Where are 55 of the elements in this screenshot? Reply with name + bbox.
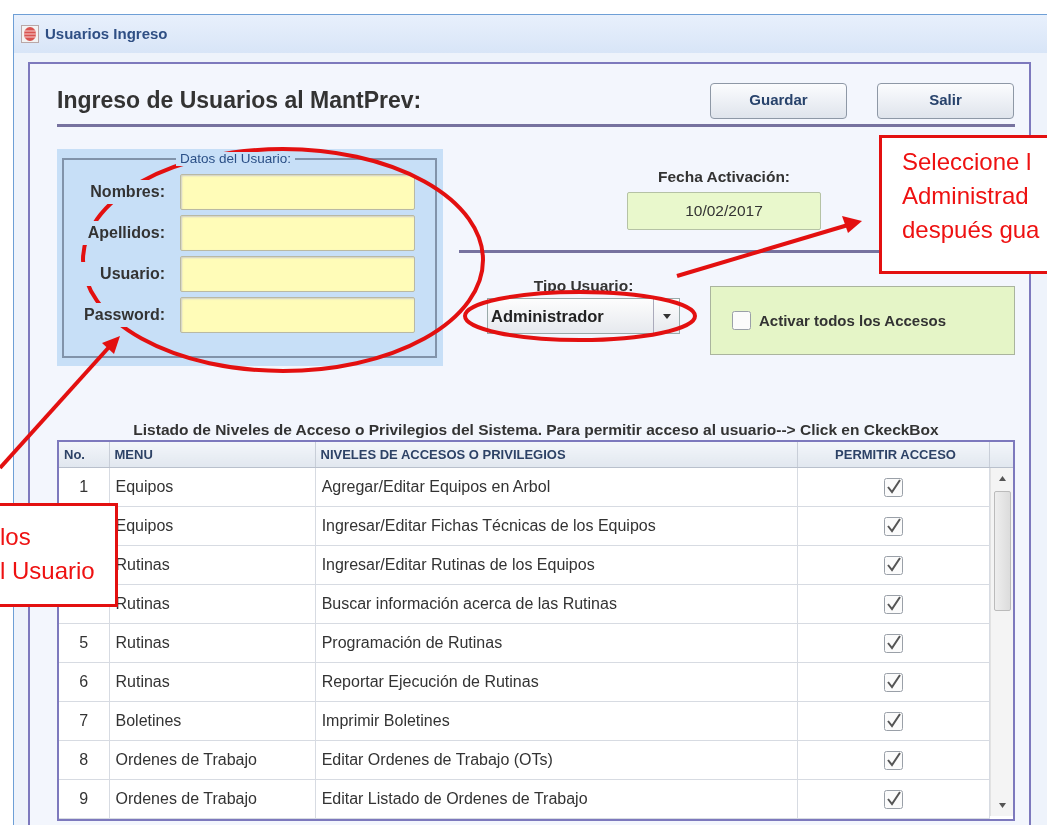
- window-title: Usuarios Ingreso: [45, 23, 168, 44]
- column-header: No.: [59, 442, 109, 467]
- scroll-up-icon[interactable]: [998, 475, 1006, 481]
- save-button[interactable]: Guardar: [710, 82, 847, 119]
- row-number: 7: [79, 712, 89, 729]
- exit-button[interactable]: Salir: [877, 82, 1014, 119]
- table-cell: Ordenes de Trabajo: [109, 779, 316, 819]
- checkbox[interactable]: [883, 634, 903, 654]
- table-cell: Reportar Ejecución de Rutinas: [315, 662, 798, 702]
- checkbox[interactable]: [883, 478, 903, 497]
- callout-note: los l Usuario: [0, 503, 118, 607]
- input-field[interactable]: [180, 214, 415, 251]
- caret-icon: [662, 313, 671, 319]
- table-cell: Ingresar/Editar Fichas Técnicas de los Equipos: [315, 506, 798, 546]
- table-cell: Agregar/Editar Equipos en Arbol: [315, 467, 798, 507]
- table-cell: Imprimir Boletines: [315, 701, 798, 741]
- checkbox[interactable]: [732, 311, 751, 331]
- column-header: PERMITIR ACCESO: [797, 442, 989, 467]
- row-number: 9: [79, 790, 89, 807]
- row-number: 8: [79, 751, 89, 768]
- user-type-dropdown[interactable]: Administrador: [487, 298, 680, 335]
- checkbox[interactable]: [883, 712, 903, 732]
- table-cell: Editar Listado de Ordenes de Trabajo: [315, 779, 798, 819]
- form-title: Ingreso de Usuarios al MantPrev:: [57, 86, 423, 115]
- activate-all-label: Activar todos los Accesos: [759, 310, 946, 331]
- table-cell: Programación de Rutinas: [315, 623, 798, 663]
- scrollbar[interactable]: [990, 467, 1013, 816]
- checkbox[interactable]: [883, 556, 903, 576]
- table-cell: Buscar información acerca de las Rutinas: [315, 584, 798, 624]
- input-field[interactable]: [180, 255, 415, 292]
- table-cell: Rutinas: [109, 662, 316, 702]
- table-cell: Boletines: [109, 701, 316, 741]
- checkbox[interactable]: [883, 751, 903, 771]
- column-header: NIVELES DE ACCESOS O PRIVILEGIOS: [315, 442, 797, 467]
- callout-note: Seleccione l Administrad después gua: [879, 135, 1047, 274]
- app-icon: [21, 25, 39, 43]
- column-header: MENU: [109, 442, 315, 467]
- table-cell: Editar Ordenes de Trabajo (OTs): [315, 740, 798, 780]
- checkbox[interactable]: [883, 790, 903, 810]
- scroll-down-icon[interactable]: [998, 802, 1006, 808]
- row-number: 1: [79, 477, 89, 495]
- activation-date-field[interactable]: 10/02/2017: [627, 192, 821, 231]
- table-caption: Listado de Niveles de Acceso o Privilegios del Sistema. Para permitir acceso al usuario--> Click en CkeckBox: [132, 420, 940, 440]
- row-number: 5: [79, 634, 89, 651]
- activation-date-label: Fecha Activación:: [657, 167, 791, 187]
- checkbox[interactable]: [883, 595, 903, 615]
- table-cell: Ordenes de Trabajo: [109, 740, 316, 780]
- input-field[interactable]: [180, 296, 415, 333]
- checkbox[interactable]: [883, 673, 903, 693]
- input-field[interactable]: [180, 173, 415, 210]
- table-cell: Ingresar/Editar Rutinas de los Equipos: [315, 545, 798, 585]
- checkbox[interactable]: [883, 517, 903, 537]
- user-type-label: Tipo Usuario:: [533, 277, 634, 295]
- table-cell: Rutinas: [109, 623, 316, 663]
- row-number: 6: [79, 673, 89, 690]
